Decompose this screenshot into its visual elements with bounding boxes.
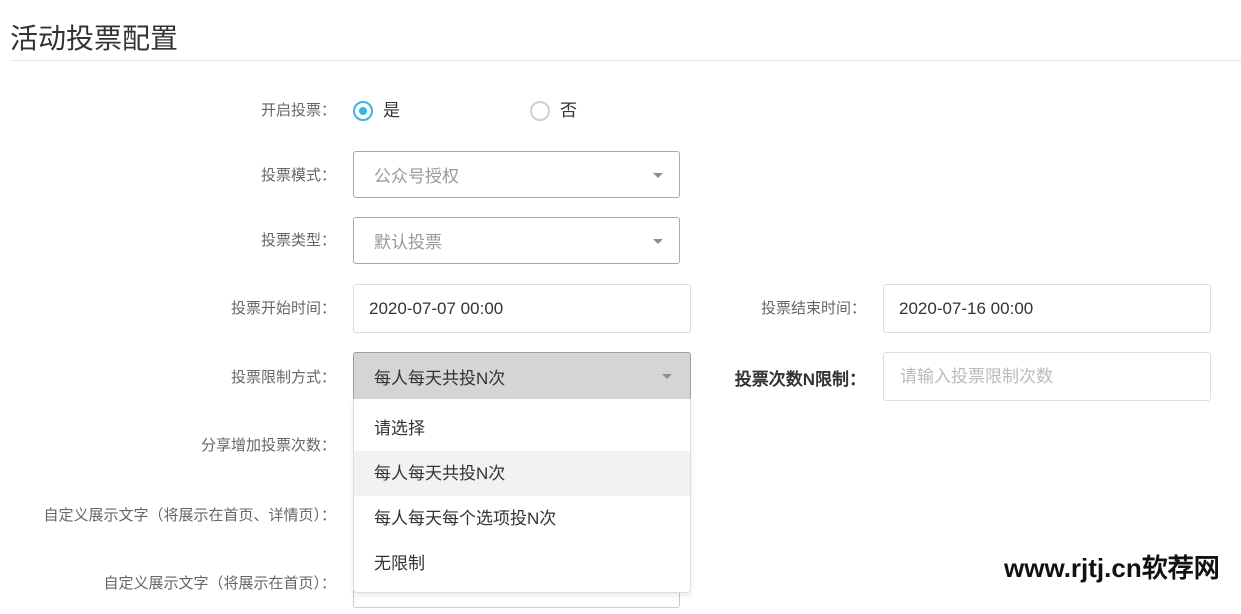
- caret-down-icon: [662, 374, 672, 379]
- enable-vote-radio-no[interactable]: 否: [530, 101, 577, 121]
- vote-type-value: 默认投票: [374, 233, 442, 252]
- limit-method-option[interactable]: 每人每天每个选项投N次: [354, 496, 690, 541]
- radio-dot: [359, 107, 367, 115]
- enable-vote-radio-yes[interactable]: 是: [353, 101, 400, 121]
- limit-method-select[interactable]: 每人每天共投N次: [353, 352, 691, 400]
- radio-label-no: 否: [560, 101, 577, 120]
- vote-type-select[interactable]: 默认投票: [353, 217, 680, 264]
- title-divider: [10, 60, 1241, 61]
- end-time-label: 投票结束时间：: [760, 300, 866, 317]
- watermark: www.rjtj.cn软荐网: [1004, 553, 1220, 583]
- radio-unchecked-icon: [530, 101, 550, 121]
- end-time-input[interactable]: [883, 284, 1211, 333]
- custom-text-home-detail-label: 自定义展示文字（将展示在首页、详情页）：: [43, 507, 336, 524]
- caret-down-icon: [653, 172, 663, 178]
- vote-type-label: 投票类型：: [260, 232, 336, 249]
- caret-down-icon: [653, 238, 663, 244]
- limit-method-option[interactable]: 请选择: [354, 406, 690, 451]
- radio-label-yes: 是: [383, 101, 400, 120]
- page-title: 活动投票配置: [10, 23, 179, 54]
- start-time-label: 投票开始时间：: [230, 300, 336, 317]
- radio-checked-icon: [353, 101, 373, 121]
- share-bonus-label: 分享增加投票次数：: [200, 437, 336, 454]
- limit-method-dropdown: 请选择 每人每天共投N次 每人每天每个选项投N次 无限制: [353, 399, 691, 593]
- limit-method-label: 投票限制方式：: [230, 369, 336, 386]
- custom-text-home-label: 自定义展示文字（将展示在首页）：: [103, 575, 336, 592]
- vote-mode-select[interactable]: 公众号授权: [353, 151, 680, 198]
- vote-mode-label: 投票模式：: [260, 167, 336, 184]
- enable-vote-label: 开启投票：: [260, 102, 336, 119]
- limit-count-label: 投票次数N限制：: [734, 370, 866, 389]
- start-time-input[interactable]: [353, 284, 691, 333]
- vote-mode-value: 公众号授权: [374, 167, 459, 186]
- limit-method-value: 每人每天共投N次: [374, 368, 506, 388]
- limit-method-option[interactable]: 无限制: [354, 541, 690, 586]
- limit-method-option-highlighted[interactable]: 每人每天共投N次: [354, 451, 690, 496]
- limit-count-input[interactable]: [883, 352, 1211, 401]
